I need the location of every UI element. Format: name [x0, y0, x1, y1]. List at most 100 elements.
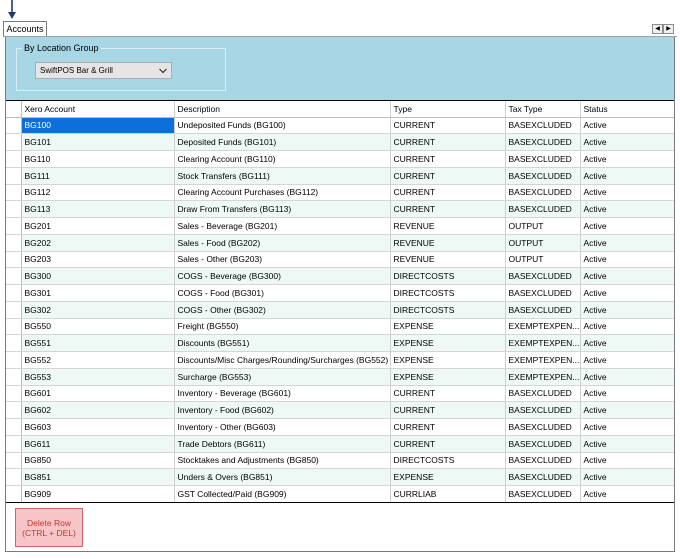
cell-tax-type[interactable]: BASEXCLUDED: [505, 167, 581, 185]
cell-tax-type[interactable]: BASEXCLUDED: [505, 267, 581, 285]
table-row[interactable]: BG550 Freight (BG550) EXPENSE EXEMPTEXPEN..…: [6, 318, 674, 336]
cell-xero-account[interactable]: BG909: [21, 485, 175, 502]
cell-xero-account[interactable]: BG611: [21, 435, 175, 453]
cell-type[interactable]: CURRENT: [390, 418, 506, 436]
row-header[interactable]: [6, 167, 22, 185]
cell-xero-account[interactable]: BG203: [21, 251, 175, 269]
cell-tax-type[interactable]: BASEXCLUDED: [505, 284, 581, 302]
cell-tax-type[interactable]: BASEXCLUDED: [505, 385, 581, 403]
cell-status[interactable]: Active: [580, 284, 674, 302]
cell-status[interactable]: Active: [580, 452, 674, 470]
cell-tax-type[interactable]: BASEXCLUDED: [505, 301, 581, 319]
table-row[interactable]: BG301 COGS - Food (BG301) DIRECTCOSTS BASEX…: [6, 284, 674, 302]
cell-xero-account[interactable]: BG101: [21, 133, 175, 151]
cell-status[interactable]: Active: [580, 167, 674, 185]
cell-tax-type[interactable]: EXEMPTEXPEN...: [505, 368, 581, 386]
table-row[interactable]: BG111 Stock Transfers (BG111) CURRENT BASEX…: [6, 167, 674, 185]
cell-type[interactable]: CURRENT: [390, 133, 506, 151]
cell-status[interactable]: Active: [580, 301, 674, 319]
table-row[interactable]: BG909 GST Collected/Paid (BG909) CURRLIAB B…: [6, 485, 674, 502]
row-header[interactable]: [6, 334, 22, 352]
cell-status[interactable]: Active: [580, 117, 674, 135]
row-header[interactable]: [6, 117, 22, 135]
cell-tax-type[interactable]: BASEXCLUDED: [505, 435, 581, 453]
cell-xero-account[interactable]: BG602: [21, 401, 175, 419]
cell-description[interactable]: Draw From Transfers (BG113): [174, 200, 391, 218]
cell-status[interactable]: Active: [580, 184, 674, 202]
cell-type[interactable]: CURRENT: [390, 150, 506, 168]
cell-status[interactable]: Active: [580, 401, 674, 419]
cell-tax-type[interactable]: BASEXCLUDED: [505, 117, 581, 135]
cell-type[interactable]: CURRENT: [390, 435, 506, 453]
cell-tax-type[interactable]: BASEXCLUDED: [505, 401, 581, 419]
table-row[interactable]: BG551 Discounts (BG551) EXPENSE EXEMPTEXPEN…: [6, 334, 674, 352]
cell-description[interactable]: COGS - Other (BG302): [174, 301, 391, 319]
cell-description[interactable]: COGS - Food (BG301): [174, 284, 391, 302]
table-row[interactable]: BG601 Inventory - Beverage (BG601) CURRENT…: [6, 385, 674, 403]
table-row[interactable]: BG100 Undeposited Funds (BG100) CURRENT BAS…: [6, 117, 674, 135]
cell-tax-type[interactable]: BASEXCLUDED: [505, 468, 581, 486]
cell-type[interactable]: CURRENT: [390, 117, 506, 135]
cell-description[interactable]: Inventory - Beverage (BG601): [174, 385, 391, 403]
cell-tax-type[interactable]: EXEMPTEXPEN...: [505, 318, 581, 336]
tab-accounts[interactable]: Accounts: [3, 21, 47, 36]
cell-type[interactable]: REVENUE: [390, 251, 506, 269]
cell-tax-type[interactable]: BASEXCLUDED: [505, 452, 581, 470]
row-header[interactable]: [6, 435, 22, 453]
cell-description[interactable]: Clearing Account Purchases (BG112): [174, 184, 391, 202]
cell-type[interactable]: EXPENSE: [390, 468, 506, 486]
table-row[interactable]: BG202 Sales - Food (BG202) REVENUE OUTPUT Ac…: [6, 234, 674, 252]
table-row[interactable]: BG851 Unders & Overs (BG851) EXPENSE BASEXC…: [6, 468, 674, 486]
column-header-status[interactable]: Status: [580, 101, 674, 118]
cell-xero-account[interactable]: BG110: [21, 150, 175, 168]
row-header[interactable]: [6, 351, 22, 369]
cell-type[interactable]: CURRENT: [390, 184, 506, 202]
cell-tax-type[interactable]: BASEXCLUDED: [505, 200, 581, 218]
cell-status[interactable]: Active: [580, 334, 674, 352]
row-header[interactable]: [6, 184, 22, 202]
cell-tax-type[interactable]: BASEXCLUDED: [505, 150, 581, 168]
cell-xero-account[interactable]: BG112: [21, 184, 175, 202]
cell-tax-type[interactable]: OUTPUT: [505, 251, 581, 269]
table-row[interactable]: BG300 COGS - Beverage (BG300) DIRECTCOSTS B…: [6, 267, 674, 285]
row-header[interactable]: [6, 200, 22, 218]
row-header[interactable]: [6, 251, 22, 269]
cell-status[interactable]: Active: [580, 133, 674, 151]
table-row[interactable]: BG110 Clearing Account (BG110) CURRENT BASE…: [6, 150, 674, 168]
cell-xero-account[interactable]: BG553: [21, 368, 175, 386]
cell-type[interactable]: EXPENSE: [390, 334, 506, 352]
cell-tax-type[interactable]: EXEMPTEXPEN...: [505, 351, 581, 369]
row-header[interactable]: [6, 267, 22, 285]
cell-type[interactable]: CURRENT: [390, 401, 506, 419]
cell-description[interactable]: Discounts (BG551): [174, 334, 391, 352]
cell-description[interactable]: Freight (BG550): [174, 318, 391, 336]
cell-xero-account[interactable]: BG202: [21, 234, 175, 252]
row-header[interactable]: [6, 452, 22, 470]
cell-xero-account[interactable]: BG851: [21, 468, 175, 486]
row-header[interactable]: [6, 485, 22, 502]
cell-description[interactable]: Undeposited Funds (BG100): [174, 117, 391, 135]
cell-description[interactable]: Discounts/Misc Charges/Rounding/Surcharg…: [174, 351, 391, 369]
cell-type[interactable]: REVENUE: [390, 217, 506, 235]
row-header[interactable]: [6, 234, 22, 252]
cell-xero-account[interactable]: BG113: [21, 200, 175, 218]
column-header-type[interactable]: Type: [390, 101, 506, 118]
row-header[interactable]: [6, 301, 22, 319]
row-header[interactable]: [6, 401, 22, 419]
column-header-description[interactable]: Description: [174, 101, 391, 118]
table-row[interactable]: BG553 Surcharge (BG553) EXPENSE EXEMPTEXPEN…: [6, 368, 674, 386]
cell-xero-account[interactable]: BG601: [21, 385, 175, 403]
cell-xero-account[interactable]: BG850: [21, 452, 175, 470]
column-header-tax-type[interactable]: Tax Type: [505, 101, 581, 118]
cell-xero-account[interactable]: BG111: [21, 167, 175, 185]
cell-type[interactable]: REVENUE: [390, 234, 506, 252]
cell-type[interactable]: EXPENSE: [390, 351, 506, 369]
delete-row-button[interactable]: Delete Row (CTRL + DEL): [15, 508, 83, 547]
cell-description[interactable]: Stocktakes and Adjustments (BG850): [174, 452, 391, 470]
row-header[interactable]: [6, 133, 22, 151]
table-row[interactable]: BG611 Trade Debtors (BG611) CURRENT BASEXCL…: [6, 435, 674, 453]
row-header[interactable]: [6, 468, 22, 486]
cell-status[interactable]: Active: [580, 217, 674, 235]
table-row[interactable]: BG850 Stocktakes and Adjustments (BG850) D…: [6, 452, 674, 470]
table-row[interactable]: BG112 Clearing Account Purchases (BG112) C…: [6, 184, 674, 202]
